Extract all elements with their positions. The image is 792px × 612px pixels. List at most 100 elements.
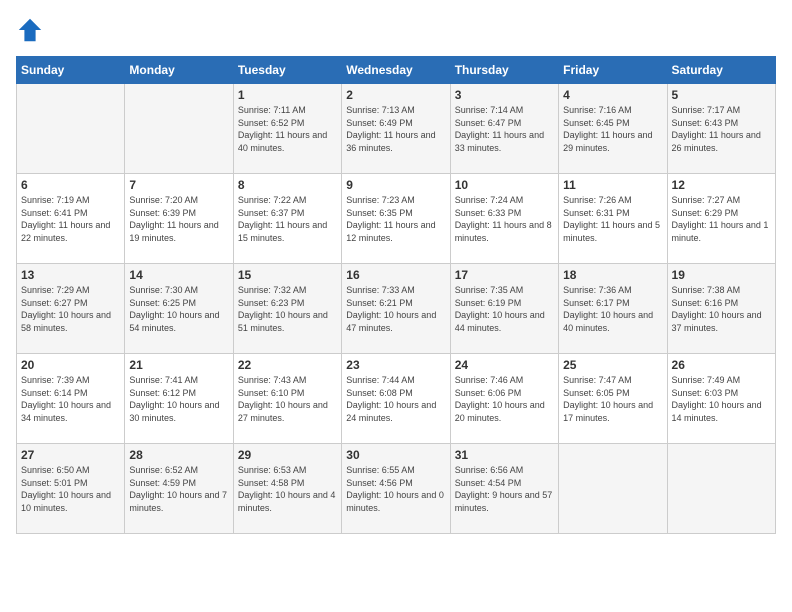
day-number: 23 <box>346 358 445 372</box>
calendar-day-cell: 29Sunrise: 6:53 AM Sunset: 4:58 PM Dayli… <box>233 444 341 534</box>
day-info: Sunrise: 6:53 AM Sunset: 4:58 PM Dayligh… <box>238 464 337 514</box>
calendar-day-cell <box>125 84 233 174</box>
day-info: Sunrise: 7:24 AM Sunset: 6:33 PM Dayligh… <box>455 194 554 244</box>
day-number: 4 <box>563 88 662 102</box>
calendar-week-row: 13 Sunrise: 7:29 AM Sunset: 6:27 PM Dayli… <box>17 264 776 354</box>
day-number: 20 <box>21 358 120 372</box>
day-header-tuesday: Tuesday <box>233 57 341 84</box>
calendar-day-cell: 16Sunrise: 7:33 AM Sunset: 6:21 PM Dayli… <box>342 264 450 354</box>
day-number: 14 <box>129 268 228 282</box>
day-info: Sunrise: 6:56 AM Sunset: 4:54 PM Dayligh… <box>455 464 554 514</box>
day-info: Sunrise: 7:35 AM Sunset: 6:19 PM Dayligh… <box>455 284 554 334</box>
day-number: 2 <box>346 88 445 102</box>
day-number: 13 <box>21 268 120 282</box>
day-info: Sunrise: 7:46 AM Sunset: 6:06 PM Dayligh… <box>455 374 554 424</box>
day-header-monday: Monday <box>125 57 233 84</box>
day-info: Sunrise: 7:23 AM Sunset: 6:35 PM Dayligh… <box>346 194 445 244</box>
day-number: 30 <box>346 448 445 462</box>
day-info: Sunrise: 7:43 AM Sunset: 6:10 PM Dayligh… <box>238 374 337 424</box>
calendar-day-cell: 17 Sunrise: 7:35 AM Sunset: 6:19 PM Dayli… <box>450 264 558 354</box>
day-info: Sunrise: 7:26 AM Sunset: 6:31 PM Dayligh… <box>563 194 662 244</box>
calendar-day-cell <box>17 84 125 174</box>
day-info: Sunrise: 7:16 AM Sunset: 6:45 PM Dayligh… <box>563 104 662 154</box>
calendar-week-row: 20 Sunrise: 7:39 AM Sunset: 6:14 PM Dayli… <box>17 354 776 444</box>
day-info: Sunrise: 7:14 AM Sunset: 6:47 PM Dayligh… <box>455 104 554 154</box>
calendar-day-cell: 27 Sunrise: 6:50 AM Sunset: 5:01 PM Dayli… <box>17 444 125 534</box>
day-number: 8 <box>238 178 337 192</box>
day-info: Sunrise: 7:30 AM Sunset: 6:25 PM Dayligh… <box>129 284 228 334</box>
day-info: Sunrise: 7:41 AM Sunset: 6:12 PM Dayligh… <box>129 374 228 424</box>
day-info: Sunrise: 7:19 AM Sunset: 6:41 PM Dayligh… <box>21 194 120 244</box>
calendar-day-cell: 3 Sunrise: 7:14 AM Sunset: 6:47 PM Daylig… <box>450 84 558 174</box>
calendar-week-row: 6 Sunrise: 7:19 AM Sunset: 6:41 PM Daylig… <box>17 174 776 264</box>
day-number: 26 <box>672 358 771 372</box>
calendar-day-cell: 26 Sunrise: 7:49 AM Sunset: 6:03 PM Dayli… <box>667 354 775 444</box>
calendar-day-cell: 14 Sunrise: 7:30 AM Sunset: 6:25 PM Dayli… <box>125 264 233 354</box>
day-number: 1 <box>238 88 337 102</box>
day-info: Sunrise: 6:52 AM Sunset: 4:59 PM Dayligh… <box>129 464 228 514</box>
day-info: Sunrise: 6:50 AM Sunset: 5:01 PM Dayligh… <box>21 464 120 514</box>
day-number: 15 <box>238 268 337 282</box>
calendar-day-cell: 18 Sunrise: 7:36 AM Sunset: 6:17 PM Dayli… <box>559 264 667 354</box>
day-info: Sunrise: 7:20 AM Sunset: 6:39 PM Dayligh… <box>129 194 228 244</box>
calendar-week-row: 1Sunrise: 7:11 AM Sunset: 6:52 PM Daylig… <box>17 84 776 174</box>
calendar-day-cell: 31 Sunrise: 6:56 AM Sunset: 4:54 PM Dayli… <box>450 444 558 534</box>
day-number: 27 <box>21 448 120 462</box>
calendar-day-cell: 23Sunrise: 7:44 AM Sunset: 6:08 PM Dayli… <box>342 354 450 444</box>
logo-icon <box>16 16 44 44</box>
day-number: 17 <box>455 268 554 282</box>
calendar-day-cell: 1Sunrise: 7:11 AM Sunset: 6:52 PM Daylig… <box>233 84 341 174</box>
day-number: 3 <box>455 88 554 102</box>
calendar-day-cell: 19 Sunrise: 7:38 AM Sunset: 6:16 PM Dayli… <box>667 264 775 354</box>
day-number: 6 <box>21 178 120 192</box>
calendar-day-cell: 7 Sunrise: 7:20 AM Sunset: 6:39 PM Daylig… <box>125 174 233 264</box>
calendar-week-row: 27 Sunrise: 6:50 AM Sunset: 5:01 PM Dayli… <box>17 444 776 534</box>
day-info: Sunrise: 7:22 AM Sunset: 6:37 PM Dayligh… <box>238 194 337 244</box>
day-info: Sunrise: 7:38 AM Sunset: 6:16 PM Dayligh… <box>672 284 771 334</box>
day-info: Sunrise: 7:27 AM Sunset: 6:29 PM Dayligh… <box>672 194 771 244</box>
day-header-friday: Friday <box>559 57 667 84</box>
calendar-day-cell: 21Sunrise: 7:41 AM Sunset: 6:12 PM Dayli… <box>125 354 233 444</box>
calendar-day-cell: 20 Sunrise: 7:39 AM Sunset: 6:14 PM Dayli… <box>17 354 125 444</box>
calendar-day-cell: 22 Sunrise: 7:43 AM Sunset: 6:10 PM Dayli… <box>233 354 341 444</box>
day-number: 22 <box>238 358 337 372</box>
day-info: Sunrise: 7:47 AM Sunset: 6:05 PM Dayligh… <box>563 374 662 424</box>
day-number: 19 <box>672 268 771 282</box>
calendar-day-cell: 2Sunrise: 7:13 AM Sunset: 6:49 PM Daylig… <box>342 84 450 174</box>
calendar-table: SundayMondayTuesdayWednesdayThursdayFrid… <box>16 56 776 534</box>
day-number: 5 <box>672 88 771 102</box>
day-number: 18 <box>563 268 662 282</box>
day-number: 28 <box>129 448 228 462</box>
calendar-day-cell: 9 Sunrise: 7:23 AM Sunset: 6:35 PM Daylig… <box>342 174 450 264</box>
day-number: 31 <box>455 448 554 462</box>
day-info: Sunrise: 7:29 AM Sunset: 6:27 PM Dayligh… <box>21 284 120 334</box>
day-info: Sunrise: 7:17 AM Sunset: 6:43 PM Dayligh… <box>672 104 771 154</box>
calendar-day-cell: 6 Sunrise: 7:19 AM Sunset: 6:41 PM Daylig… <box>17 174 125 264</box>
calendar-day-cell: 12 Sunrise: 7:27 AM Sunset: 6:29 PM Dayli… <box>667 174 775 264</box>
day-info: Sunrise: 7:32 AM Sunset: 6:23 PM Dayligh… <box>238 284 337 334</box>
calendar-day-cell: 15 Sunrise: 7:32 AM Sunset: 6:23 PM Dayli… <box>233 264 341 354</box>
calendar-day-cell: 30 Sunrise: 6:55 AM Sunset: 4:56 PM Dayli… <box>342 444 450 534</box>
calendar-day-cell <box>667 444 775 534</box>
calendar-day-cell: 10 Sunrise: 7:24 AM Sunset: 6:33 PM Dayli… <box>450 174 558 264</box>
calendar-day-cell: 11 Sunrise: 7:26 AM Sunset: 6:31 PM Dayli… <box>559 174 667 264</box>
day-number: 11 <box>563 178 662 192</box>
day-info: Sunrise: 7:49 AM Sunset: 6:03 PM Dayligh… <box>672 374 771 424</box>
day-number: 7 <box>129 178 228 192</box>
day-header-sunday: Sunday <box>17 57 125 84</box>
calendar-day-cell: 4 Sunrise: 7:16 AM Sunset: 6:45 PM Daylig… <box>559 84 667 174</box>
day-number: 10 <box>455 178 554 192</box>
day-info: Sunrise: 7:36 AM Sunset: 6:17 PM Dayligh… <box>563 284 662 334</box>
day-info: Sunrise: 7:39 AM Sunset: 6:14 PM Dayligh… <box>21 374 120 424</box>
day-number: 9 <box>346 178 445 192</box>
calendar-day-cell: 5 Sunrise: 7:17 AM Sunset: 6:43 PM Daylig… <box>667 84 775 174</box>
calendar-day-cell: 24Sunrise: 7:46 AM Sunset: 6:06 PM Dayli… <box>450 354 558 444</box>
calendar-day-cell: 8 Sunrise: 7:22 AM Sunset: 6:37 PM Daylig… <box>233 174 341 264</box>
day-info: Sunrise: 6:55 AM Sunset: 4:56 PM Dayligh… <box>346 464 445 514</box>
calendar-header-row: SundayMondayTuesdayWednesdayThursdayFrid… <box>17 57 776 84</box>
calendar-day-cell: 13 Sunrise: 7:29 AM Sunset: 6:27 PM Dayli… <box>17 264 125 354</box>
day-info: Sunrise: 7:33 AM Sunset: 6:21 PM Dayligh… <box>346 284 445 334</box>
day-number: 12 <box>672 178 771 192</box>
page-header <box>16 16 776 44</box>
calendar-day-cell: 25Sunrise: 7:47 AM Sunset: 6:05 PM Dayli… <box>559 354 667 444</box>
